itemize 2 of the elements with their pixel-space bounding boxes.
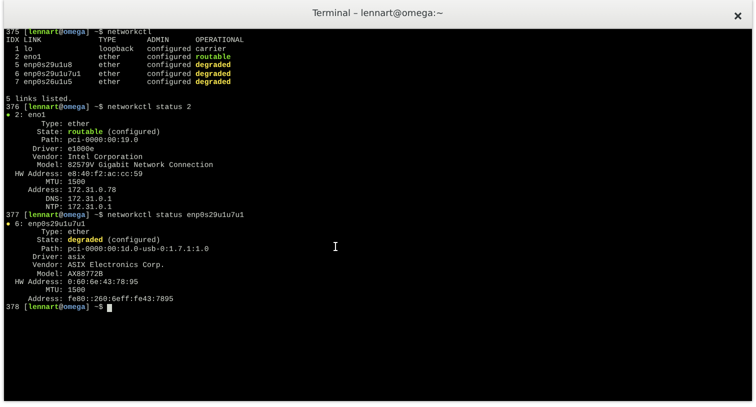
window-title: Terminal – lennart@omega:~: [312, 9, 444, 19]
text-pointer-icon: [333, 242, 338, 251]
